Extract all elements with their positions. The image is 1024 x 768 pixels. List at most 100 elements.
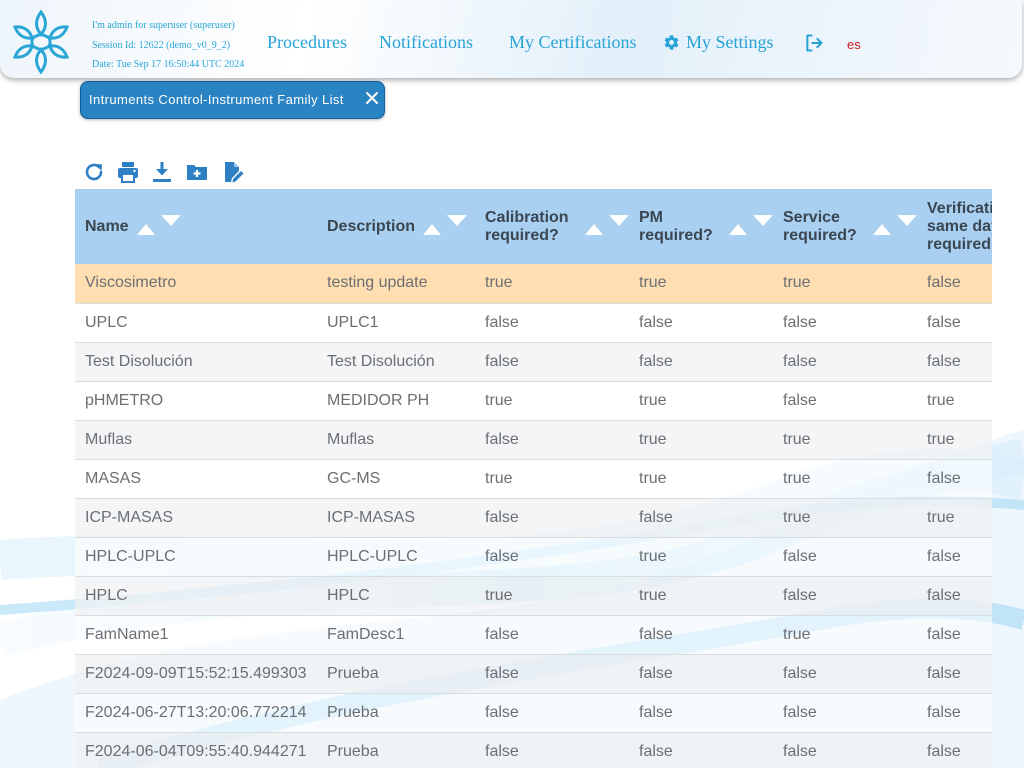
sort-descending-icon[interactable] (160, 214, 181, 226)
table-row[interactable]: F2024-06-27T13:20:06.772214 Prueba false fa… (75, 693, 992, 733)
column-header-content: Verification same day required? (927, 200, 992, 254)
table-cell: false (629, 342, 773, 382)
table-cell: false (629, 732, 773, 768)
table-cell: false (773, 654, 917, 694)
table-cell: FamName1 (75, 615, 317, 655)
table-cell: Prueba (317, 732, 475, 768)
session-user: I'm admin for superuser (superuser) (92, 20, 235, 31)
table-cell: testing update (317, 264, 475, 304)
column-header[interactable]: PM required? (629, 189, 773, 264)
column-header[interactable]: Description (317, 189, 475, 264)
sort-ascending-icon[interactable] (729, 223, 747, 235)
table-cell: HPLC (75, 576, 317, 616)
edit-document-icon[interactable] (221, 160, 245, 184)
table-cell: MEDIDOR PH (317, 381, 475, 421)
tab-instrument-family-list[interactable]: Intruments Control-Instrument Family Lis… (80, 81, 385, 119)
table-cell: true (629, 420, 773, 460)
table-cell: MASAS (75, 459, 317, 499)
table-cell: UPLC (75, 303, 317, 343)
nav-my-certifications[interactable]: My Certifications (509, 32, 636, 53)
column-header[interactable]: Service required? (773, 189, 917, 264)
table-header-row: Name Description Calibration required? PM r… (75, 189, 992, 264)
table-cell: Test Disolución (75, 342, 317, 382)
table-row[interactable]: Test Disolución Test Disolución false false… (75, 342, 992, 382)
table-cell: false (773, 537, 917, 577)
table-row[interactable]: ICP-MASAS ICP-MASAS false false true true (75, 498, 992, 538)
table-cell: UPLC1 (317, 303, 475, 343)
table-row[interactable]: HPLC HPLC true true false false (75, 576, 992, 616)
table-cell: true (629, 459, 773, 499)
table-cell: true (773, 459, 917, 499)
nav-procedures[interactable]: Procedures (267, 32, 347, 53)
table-cell: true (773, 264, 917, 304)
table-cell: F2024-06-27T13:20:06.772214 (75, 693, 317, 733)
column-header-content: Description (327, 214, 475, 239)
sort-ascending-icon[interactable] (585, 223, 603, 235)
table-cell: GC-MS (317, 459, 475, 499)
table-cell: false (773, 576, 917, 616)
column-header[interactable]: Calibration required? (475, 189, 629, 264)
sort-descending-icon[interactable] (753, 214, 773, 226)
table-cell: true (917, 420, 992, 460)
table-cell: Viscosimetro (75, 264, 317, 304)
table-cell: false (917, 303, 992, 343)
sort-ascending-icon[interactable] (873, 223, 891, 235)
column-header[interactable]: Name (75, 189, 317, 264)
sort-ascending-icon[interactable] (136, 223, 155, 235)
table-cell: false (629, 303, 773, 343)
table-cell: FamDesc1 (317, 615, 475, 655)
table-cell: Muflas (317, 420, 475, 460)
table-row[interactable]: UPLC UPLC1 false false false false (75, 303, 992, 343)
table-cell: false (773, 381, 917, 421)
nav-notifications[interactable]: Notifications (379, 32, 473, 53)
sort-ascending-icon[interactable] (423, 223, 442, 235)
column-header-content: Name (85, 214, 317, 239)
new-folder-icon[interactable] (185, 160, 209, 184)
table-cell: true (773, 615, 917, 655)
column-header-label: Service required? (783, 208, 857, 244)
sort-descending-icon[interactable] (609, 214, 629, 226)
table-row[interactable]: pHMETRO MEDIDOR PH true true false true (75, 381, 992, 421)
table-row[interactable]: MASAS GC-MS true true true false (75, 459, 992, 499)
table-cell: false (475, 537, 629, 577)
table-cell: true (475, 264, 629, 304)
table-row[interactable]: HPLC-UPLC HPLC-UPLC false true false false (75, 537, 992, 577)
nav-my-settings[interactable]: My Settings (663, 32, 774, 53)
table-row[interactable]: Muflas Muflas false true true true (75, 420, 992, 460)
table-cell: true (475, 381, 629, 421)
table-cell: false (917, 264, 992, 304)
refresh-icon[interactable] (82, 160, 106, 184)
table-cell: false (917, 693, 992, 733)
tab-label: Intruments Control-Instrument Family Lis… (89, 92, 344, 107)
column-header[interactable]: Verification same day required? (917, 189, 992, 264)
sort-descending-icon[interactable] (897, 214, 917, 226)
sort-descending-icon[interactable] (447, 214, 468, 226)
download-icon[interactable] (150, 160, 174, 184)
nav-procedures-label: Procedures (267, 32, 347, 52)
logout-button[interactable] (804, 33, 824, 58)
table-row[interactable]: Viscosimetro testing update true true true fa… (75, 264, 992, 304)
table-cell: false (917, 732, 992, 768)
table-cell: true (475, 459, 629, 499)
table-cell: false (629, 654, 773, 694)
table-cell: false (475, 615, 629, 655)
table-cell: F2024-09-09T15:52:15.499303 (75, 654, 317, 694)
sort-controls (136, 214, 181, 239)
table-cell: false (917, 576, 992, 616)
table-row[interactable]: F2024-09-09T15:52:15.499303 Prueba false fa… (75, 654, 992, 694)
print-icon[interactable] (116, 160, 140, 184)
table-cell: false (773, 303, 917, 343)
sort-controls (585, 214, 629, 239)
table-cell: false (475, 693, 629, 733)
table-row[interactable]: F2024-06-04T09:55:40.944271 Prueba false fa… (75, 732, 992, 768)
sort-controls (729, 214, 773, 239)
table-cell: false (917, 342, 992, 382)
close-icon[interactable] (364, 90, 380, 106)
column-header-content: Service required? (783, 209, 917, 245)
sort-controls (873, 214, 917, 239)
column-header-label: Name (85, 217, 129, 235)
table-cell: false (917, 654, 992, 694)
language-switch[interactable]: es (847, 37, 861, 52)
table-cell: false (475, 732, 629, 768)
table-row[interactable]: FamName1 FamDesc1 false false true false (75, 615, 992, 655)
